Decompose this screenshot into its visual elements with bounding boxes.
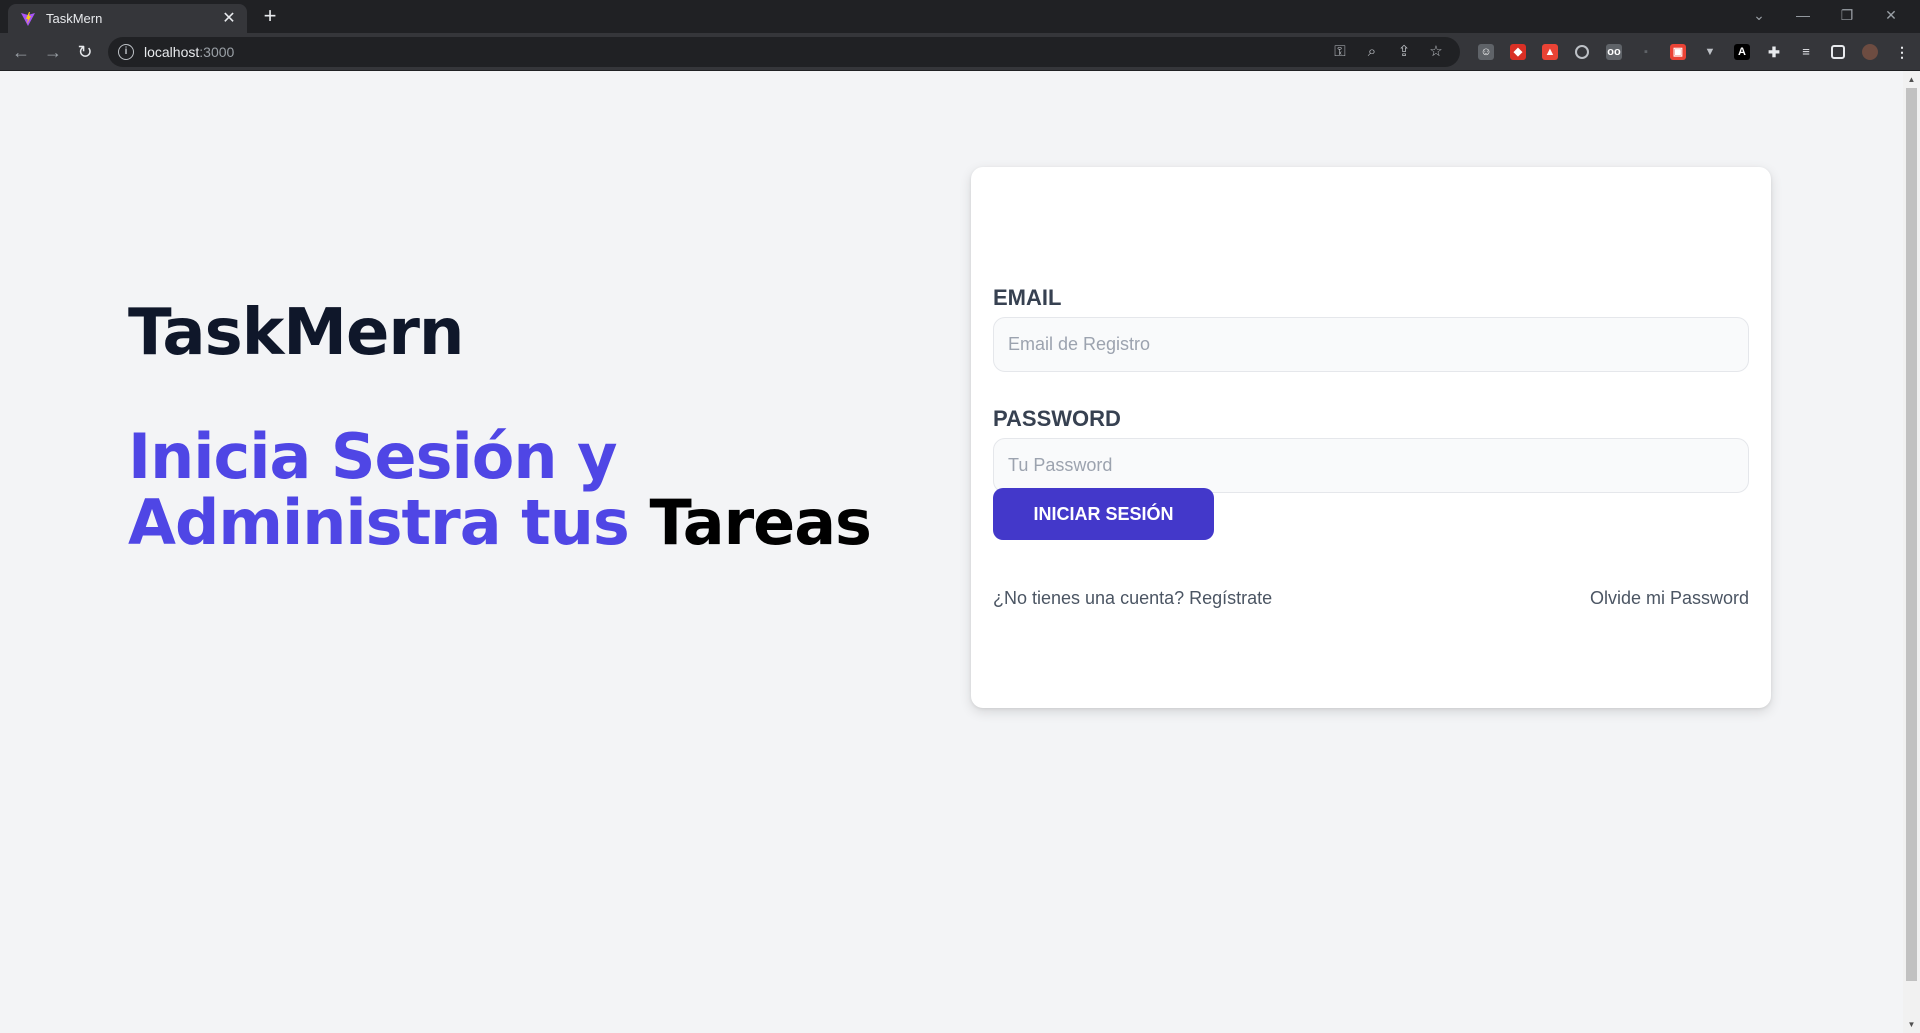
scroll-down-icon[interactable]: ▼ [1903, 1016, 1920, 1033]
scroll-thumb[interactable] [1906, 88, 1917, 981]
profile-avatar[interactable] [1854, 38, 1886, 66]
login-button[interactable]: INICIAR SESIÓN [993, 488, 1214, 540]
site-info-icon[interactable]: i [118, 44, 134, 60]
url-port: :3000 [199, 44, 235, 60]
cat-extension-icon[interactable]: ☺ [1470, 38, 1502, 66]
register-link[interactable]: ¿No tienes una cuenta? Regístrate [993, 588, 1272, 609]
back-icon[interactable]: ← [7, 38, 35, 66]
email-label: EMAIL [993, 285, 1062, 310]
browser-tab[interactable]: TaskMern ✕ [8, 4, 247, 33]
reading-list-icon[interactable]: ≡ [1790, 38, 1822, 66]
url-host: localhost [144, 44, 200, 60]
scroll-up-icon[interactable]: ▲ [1903, 71, 1920, 88]
password-label: PASSWORD [993, 406, 1121, 431]
headline-dark: Tareas [649, 486, 872, 559]
page-scrollbar[interactable]: ▲ ▼ [1903, 71, 1920, 1033]
headline-accent-1: Inicia Sesión y [128, 420, 617, 493]
tab-close-icon[interactable]: ✕ [219, 9, 239, 29]
password-field[interactable] [993, 438, 1749, 493]
page-content: TaskMern Inicia Sesión y Administra tus … [0, 71, 1903, 1033]
address-bar[interactable]: i localhost :3000 ⚿ ⌕ ⇪ ☆ [108, 37, 1460, 67]
tab-title: TaskMern [46, 11, 103, 26]
share-icon[interactable]: ⇪ [1388, 37, 1420, 67]
zoom-icon[interactable]: ⌕ [1356, 37, 1388, 67]
dim-extension-icon[interactable]: ▪ [1630, 38, 1662, 66]
new-tab-icon[interactable]: + [258, 5, 282, 29]
restore-icon[interactable]: ❐ [1830, 4, 1864, 26]
a-extension-icon[interactable]: A [1726, 38, 1758, 66]
key-icon[interactable]: ⚿ [1324, 37, 1356, 67]
brand-title: TaskMern [128, 296, 464, 370]
page-headline: Inicia Sesión y Administra tus Tareas [128, 424, 888, 556]
minimize-icon[interactable]: — [1786, 4, 1820, 26]
email-field[interactable] [993, 317, 1749, 372]
tab-search-icon[interactable]: ⌄ [1742, 4, 1776, 26]
extensions-area: ☺ ◆ ▲ oo ▪ ▣ ▼ A ✚ ≡ ⋮ [1470, 38, 1918, 66]
menu-icon[interactable]: ⋮ [1886, 38, 1918, 66]
target-extension-icon[interactable] [1566, 38, 1598, 66]
browser-toolbar: ← → ↻ i localhost :3000 ⚿ ⌕ ⇪ ☆ ☺ ◆ ▲ oo… [0, 33, 1920, 71]
vite-favicon-icon [21, 11, 35, 26]
bookmark-star-icon[interactable]: ☆ [1420, 37, 1452, 67]
red-extension-icon[interactable]: ▲ [1534, 38, 1566, 66]
reload-icon[interactable]: ↻ [71, 38, 99, 66]
puzzle-extensions-icon[interactable]: ✚ [1758, 38, 1790, 66]
forward-icon[interactable]: → [39, 38, 67, 66]
headline-accent-2: Administra tus [128, 486, 630, 559]
glasses-extension-icon[interactable]: oo [1598, 38, 1630, 66]
photo-extension-icon[interactable]: ▣ [1662, 38, 1694, 66]
browser-tab-bar: TaskMern ✕ + ⌄ — ❐ ✕ [0, 0, 1920, 33]
side-panel-icon[interactable] [1822, 38, 1854, 66]
close-window-icon[interactable]: ✕ [1874, 4, 1908, 26]
vue-extension-icon[interactable]: ▼ [1694, 38, 1726, 66]
forgot-password-link[interactable]: Olvide mi Password [1590, 588, 1749, 609]
login-card: EMAIL PASSWORD INICIAR SESIÓN ¿No tienes… [971, 167, 1771, 708]
shield-extension-icon[interactable]: ◆ [1502, 38, 1534, 66]
